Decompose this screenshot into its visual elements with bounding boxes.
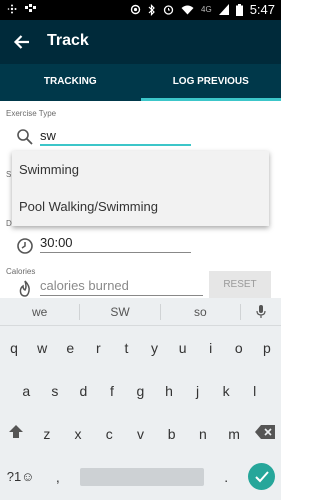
keyboard-suggestion-bar: we SW so <box>0 298 281 326</box>
key[interactable]: k <box>215 383 237 399</box>
tab-tracking[interactable]: TRACKING <box>0 64 141 101</box>
symbols-key[interactable]: ?1☺ <box>6 469 36 484</box>
key[interactable]: j <box>187 383 209 399</box>
status-bar: 4G 5:47 <box>0 0 281 20</box>
key[interactable]: g <box>129 383 151 399</box>
key[interactable]: c <box>98 426 120 442</box>
bluetooth-icon <box>148 3 155 16</box>
notification-icon <box>25 4 36 12</box>
tab-bar: TRACKING LOG PREVIOUS <box>0 64 281 101</box>
exercise-suggestions-dropdown: Swimming Pool Walking/Swimming <box>12 151 269 226</box>
key[interactable]: h <box>158 383 180 399</box>
key[interactable]: u <box>172 340 194 356</box>
key[interactable]: q <box>3 340 25 356</box>
wifi-icon <box>181 5 194 14</box>
key[interactable]: p <box>256 340 278 356</box>
duration-input[interactable]: 30:00 <box>40 235 191 253</box>
keyboard-row-3: z x c v b n m <box>0 412 281 455</box>
search-icon <box>17 129 33 145</box>
app-bar: Track <box>0 20 281 64</box>
keyboard-row-1: q w e r t y u i o p <box>0 326 281 369</box>
key[interactable]: i <box>200 340 222 356</box>
key[interactable]: x <box>67 426 89 442</box>
suggestion-item[interactable]: we <box>0 303 81 320</box>
key[interactable]: m <box>223 426 245 442</box>
duration-label-fragment: D <box>6 219 12 228</box>
period-key[interactable]: . <box>215 469 237 485</box>
backspace-icon[interactable] <box>254 425 276 442</box>
keyboard-row-4: ?1☺ , . <box>0 455 281 498</box>
suggestion-item[interactable]: so <box>161 303 241 320</box>
keyboard-row-2: a s d f g h j k l <box>0 369 281 412</box>
location-icon <box>130 4 141 15</box>
shift-icon[interactable] <box>5 424 27 443</box>
key[interactable]: s <box>44 383 66 399</box>
calories-input[interactable]: calories burned <box>40 278 203 296</box>
key[interactable]: r <box>87 340 109 356</box>
key[interactable]: d <box>72 383 94 399</box>
key[interactable]: o <box>228 340 250 356</box>
start-label-fragment: S <box>6 170 12 179</box>
calories-label: Calories <box>6 267 36 276</box>
key[interactable]: l <box>244 383 266 399</box>
flame-icon <box>19 280 30 297</box>
key[interactable]: w <box>31 340 53 356</box>
comma-key[interactable]: , <box>47 469 69 485</box>
key[interactable]: n <box>192 426 214 442</box>
alarm-icon <box>163 5 174 15</box>
key[interactable]: z <box>36 426 58 442</box>
battery-icon <box>235 3 243 16</box>
back-arrow-icon[interactable] <box>12 32 32 52</box>
key[interactable]: f <box>101 383 123 399</box>
signal-icon <box>218 4 229 15</box>
soft-keyboard: we SW so q w e r t y u i o p a s d f g h… <box>0 298 281 500</box>
fitbit-icon <box>7 4 17 14</box>
key[interactable]: b <box>161 426 183 442</box>
exercise-type-input[interactable]: sw <box>40 128 191 146</box>
key[interactable]: a <box>15 383 37 399</box>
dropdown-option-pool-walking-swimming[interactable]: Pool Walking/Swimming <box>12 188 269 225</box>
key[interactable]: v <box>129 426 151 442</box>
key[interactable]: y <box>144 340 166 356</box>
suggestion-item[interactable]: SW <box>80 303 161 320</box>
key[interactable]: t <box>115 340 137 356</box>
enter-button[interactable] <box>248 463 276 490</box>
dropdown-option-swimming[interactable]: Swimming <box>12 151 269 188</box>
reset-button[interactable]: RESET <box>209 271 271 298</box>
microphone-icon[interactable] <box>241 304 281 319</box>
tab-log-previous[interactable]: LOG PREVIOUS <box>140 64 282 101</box>
clock: 5:47 <box>249 2 275 17</box>
page-title: Track <box>47 32 89 49</box>
exercise-type-label: Exercise Type <box>6 109 57 118</box>
key[interactable]: e <box>59 340 81 356</box>
checkmark-icon <box>255 470 269 482</box>
network-type: 4G <box>201 5 212 14</box>
clock-icon <box>17 238 33 254</box>
spacebar[interactable] <box>79 467 204 486</box>
